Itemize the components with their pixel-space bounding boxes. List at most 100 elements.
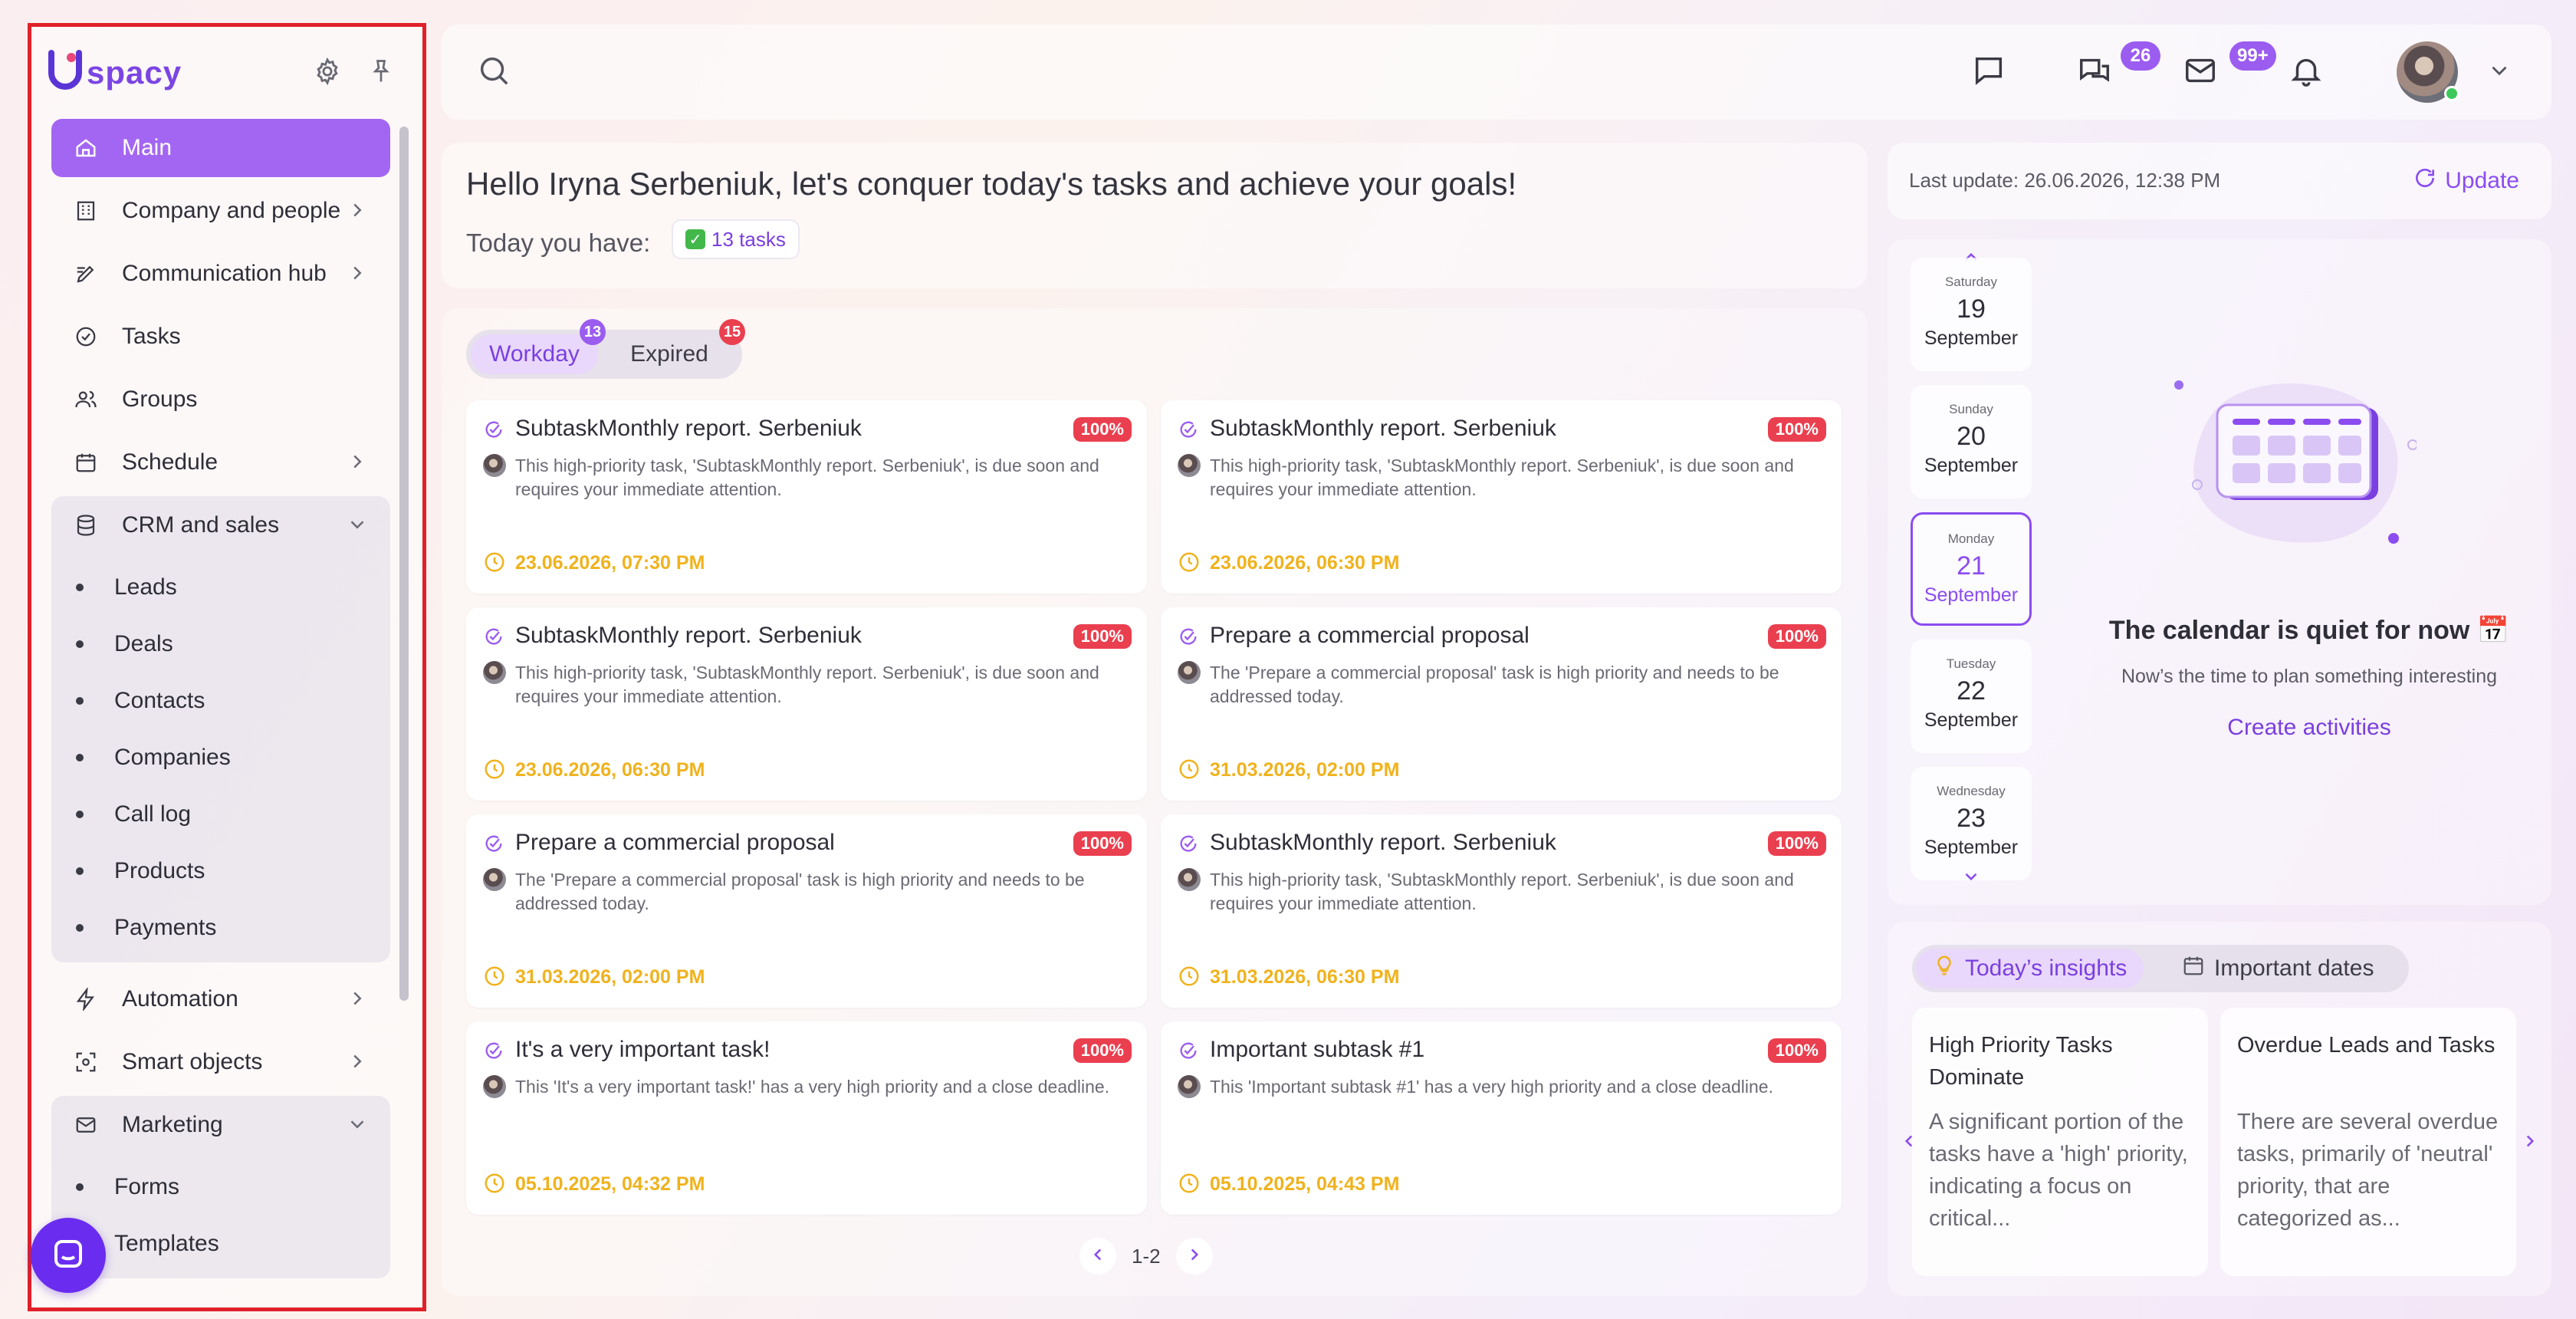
search-icon[interactable] — [469, 46, 518, 95]
sidebar-item-marketing[interactable]: Marketing — [51, 1096, 390, 1154]
sidebar-subitem-products[interactable]: Products — [51, 843, 390, 900]
sidebar-nav: Main Company and people Communication hu… — [51, 119, 390, 1286]
insight-title: High Priority Tasks Dominate — [1929, 1033, 2113, 1090]
calendar-down-button[interactable] — [1960, 867, 1983, 890]
task-card[interactable]: SubtaskMonthly report. Serbeniuk 100% This… — [466, 400, 1147, 594]
users-icon — [73, 386, 99, 413]
tab-todays-insights[interactable]: Today’s insights — [1916, 949, 2144, 988]
task-description: This high-priority task, 'SubtaskMonthly… — [1210, 456, 1794, 499]
task-card[interactable]: Prepare a commercial proposal 100% The 'Pr… — [466, 814, 1147, 1008]
chevron-down-icon[interactable] — [2475, 46, 2524, 95]
calendar-day[interactable]: Wednesday 23 September — [1911, 767, 2032, 880]
sidebar-item-tasks[interactable]: Tasks — [51, 308, 390, 366]
page-indicator: 1-2 — [1132, 1244, 1161, 1268]
task-description: This 'It's a very important task!' has a… — [515, 1077, 1110, 1097]
task-card[interactable]: SubtaskMonthly report. Serbeniuk 100% This… — [1161, 814, 1842, 1008]
settings-gear-icon[interactable] — [306, 50, 349, 93]
calendar-day[interactable]: Saturday 19 September — [1911, 258, 2032, 371]
sidebar-item-automation[interactable]: Automation — [51, 970, 390, 1028]
task-description: This high-priority task, 'SubtaskMonthly… — [515, 663, 1099, 706]
task-check-icon — [483, 833, 504, 854]
chevron-right-icon — [346, 987, 369, 1010]
task-deadline: 31.03.2026, 02:00 PM — [515, 966, 705, 988]
task-check-icon — [483, 626, 504, 647]
sidebar-subitem-contacts[interactable]: Contacts — [51, 673, 390, 729]
task-deadline: 23.06.2026, 06:30 PM — [515, 759, 705, 781]
day-weekday: Monday — [1947, 531, 1995, 546]
task-check-icon — [483, 1040, 504, 1061]
task-deadline: 05.10.2025, 04:32 PM — [515, 1173, 705, 1195]
tab-workday[interactable]: Workday — [471, 334, 598, 374]
task-check-icon — [1178, 833, 1199, 854]
assignee-avatar — [1178, 1075, 1201, 1098]
sidebar-subitem-forms[interactable]: Forms — [51, 1159, 390, 1215]
database-icon — [73, 512, 99, 538]
task-card[interactable]: Prepare a commercial proposal 100% The 'Pr… — [1161, 607, 1842, 801]
task-card[interactable]: SubtaskMonthly report. Serbeniuk 100% This… — [466, 607, 1147, 801]
task-progress-badge: 100% — [1073, 831, 1132, 856]
prev-page-button[interactable] — [1079, 1238, 1116, 1275]
chevron-down-icon — [346, 1113, 369, 1136]
clock-icon — [483, 965, 506, 988]
bell-icon[interactable] — [2282, 46, 2331, 95]
assignee-avatar — [1178, 868, 1201, 891]
tasks-count-pill[interactable]: ✓ 13 tasks — [672, 219, 800, 259]
clock-icon — [483, 758, 506, 781]
sidebar-subitem-label: Products — [114, 858, 205, 883]
task-card[interactable]: Important subtask #1 100% This 'Important … — [1161, 1021, 1842, 1215]
sidebar-subitem-call-log[interactable]: Call log — [51, 786, 390, 843]
tab-label: Expired — [630, 341, 708, 367]
pin-icon[interactable] — [360, 50, 402, 93]
support-chat-button[interactable] — [31, 1218, 106, 1293]
sidebar-subitem-deals[interactable]: Deals — [51, 616, 390, 673]
task-check-icon — [483, 419, 504, 440]
sidebar-item-company-and-people[interactable]: Company and people — [51, 182, 390, 240]
task-deadline: 23.06.2026, 06:30 PM — [1210, 552, 1400, 574]
sidebar-item-label: Automation — [122, 986, 238, 1011]
sidebar-item-smart-objects[interactable]: Smart objects — [51, 1033, 390, 1091]
messenger-icon[interactable] — [1964, 46, 2013, 95]
tab-important-dates[interactable]: Important dates — [2170, 949, 2386, 988]
insights-next-button[interactable] — [2516, 1129, 2544, 1156]
update-button[interactable]: Update — [2413, 166, 2519, 196]
calendar-day[interactable]: Monday 21 September — [1911, 512, 2032, 626]
sidebar-item-main[interactable]: Main — [51, 119, 390, 177]
sidebar-subitem-companies[interactable]: Companies — [51, 729, 390, 786]
task-check-icon — [1178, 419, 1199, 440]
task-description: This high-priority task, 'SubtaskMonthly… — [1210, 870, 1794, 913]
insight-card[interactable]: High Priority Tasks Dominate A significa… — [1912, 1008, 2208, 1276]
sidebar-subitem-label: Forms — [114, 1174, 179, 1199]
chevron-right-icon — [346, 1050, 369, 1073]
chats-icon[interactable] — [2070, 46, 2119, 95]
day-month: September — [1924, 327, 2019, 349]
sidebar-item-communication-hub[interactable]: Communication hub — [51, 245, 390, 303]
sidebar-item-groups[interactable]: Groups — [51, 370, 390, 429]
sidebar-item-schedule[interactable]: Schedule — [51, 433, 390, 492]
sidebar: spacy Main Company and people Communicat… — [28, 23, 426, 1311]
next-page-button[interactable] — [1175, 1238, 1213, 1275]
user-avatar[interactable] — [2397, 41, 2459, 103]
insights-panel: Today’s insights Important dates High Pr… — [1888, 922, 2551, 1296]
day-weekday: Sunday — [1949, 402, 1993, 416]
sidebar-subitem-leads[interactable]: Leads — [51, 559, 390, 616]
task-title: Prepare a commercial proposal — [515, 830, 835, 855]
calendar-day[interactable]: Sunday 20 September — [1911, 385, 2032, 498]
task-description: This 'Important subtask #1' has a very h… — [1210, 1077, 1773, 1097]
logo[interactable]: spacy — [48, 50, 182, 96]
task-progress-badge: 100% — [1767, 417, 1826, 442]
create-activities-link[interactable]: Create activities — [2156, 715, 2463, 741]
crm-group: CRM and sales Leads Deals Contacts Compa… — [51, 496, 390, 962]
tab-expired[interactable]: Expired — [604, 334, 734, 374]
insight-card[interactable]: Overdue Leads and Tasks There are severa… — [2220, 1008, 2516, 1276]
mail-icon[interactable] — [2176, 46, 2225, 95]
task-card[interactable]: It's a very important task! 100% This 'It'… — [466, 1021, 1147, 1215]
insight-body: There are several overdue tasks, primari… — [2237, 1110, 2499, 1231]
sidebar-subitem-label: Payments — [114, 915, 217, 940]
sidebar-scrollbar[interactable] — [399, 127, 409, 1001]
sidebar-subitem-payments[interactable]: Payments — [51, 900, 390, 956]
calendar-day[interactable]: Tuesday 22 September — [1911, 640, 2032, 753]
sidebar-item-crm-and-sales[interactable]: CRM and sales — [51, 496, 390, 554]
task-card[interactable]: SubtaskMonthly report. Serbeniuk 100% This… — [1161, 400, 1842, 594]
sidebar-subitem-label: Call log — [114, 801, 192, 827]
last-update-text: Last update: 26.06.2026, 12:38 PM — [1909, 169, 2221, 192]
